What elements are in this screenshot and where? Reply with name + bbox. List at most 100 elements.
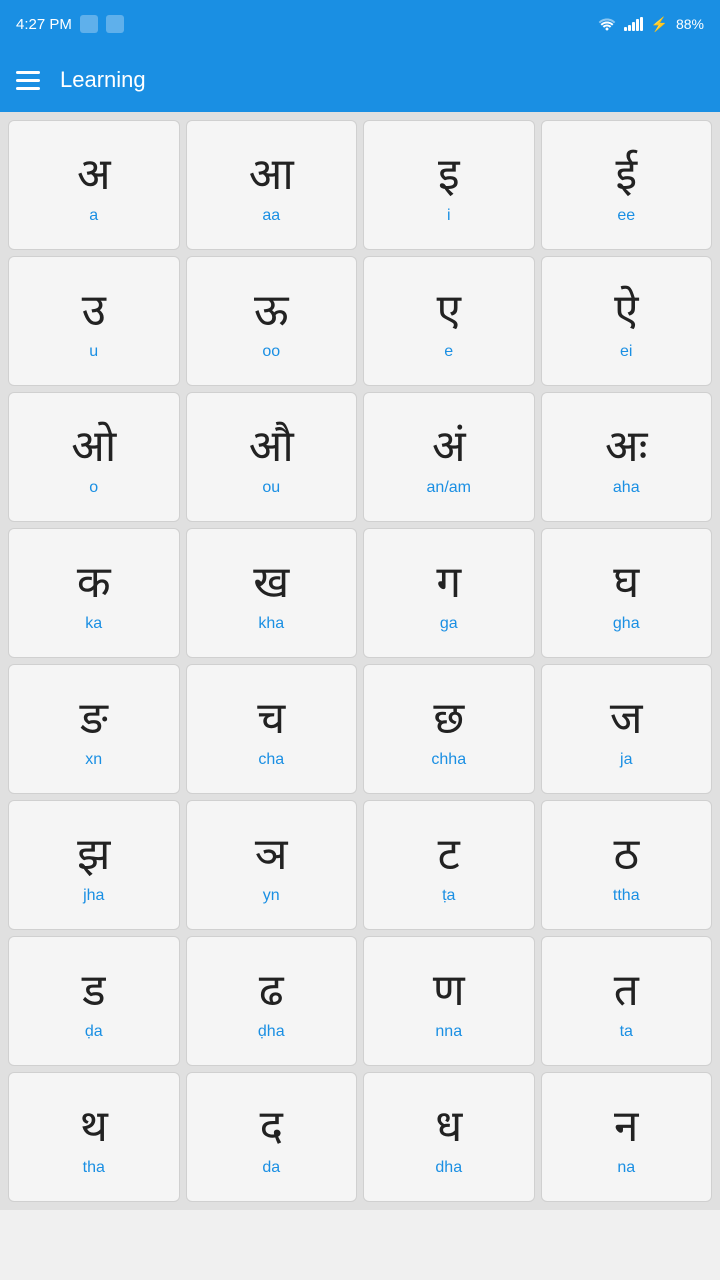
roman-transliteration: jha: [83, 887, 104, 905]
roman-transliteration: ou: [262, 479, 280, 497]
character-cell[interactable]: ठ ttha: [541, 800, 713, 930]
roman-transliteration: cha: [258, 751, 284, 769]
devanagari-character: ई: [615, 149, 637, 202]
devanagari-character: आ: [249, 149, 294, 202]
roman-transliteration: a: [89, 207, 98, 225]
devanagari-character: ध: [435, 1101, 462, 1154]
devanagari-character: ड: [82, 965, 106, 1018]
character-cell[interactable]: एe: [363, 256, 535, 386]
hamburger-line-2: [16, 79, 40, 82]
character-cell[interactable]: त ta: [541, 936, 713, 1066]
character-cell[interactable]: ण nna: [363, 936, 535, 1066]
devanagari-character: छ: [433, 693, 464, 746]
roman-transliteration: chha: [431, 751, 466, 769]
character-cell[interactable]: थ tha: [8, 1072, 180, 1202]
status-bar: 4:27 PM ⚡ 88%: [0, 0, 720, 48]
character-cell[interactable]: ज ja: [541, 664, 713, 794]
character-cell[interactable]: इi: [363, 120, 535, 250]
devanagari-character: उ: [82, 285, 106, 338]
character-cell[interactable]: आ aa: [186, 120, 358, 250]
character-cell[interactable]: ऐei: [541, 256, 713, 386]
devanagari-character: ख: [253, 557, 289, 610]
roman-transliteration: ta: [620, 1023, 633, 1041]
character-cell[interactable]: ध dha: [363, 1072, 535, 1202]
devanagari-character: द: [260, 1101, 283, 1154]
character-cell[interactable]: औou: [186, 392, 358, 522]
roman-transliteration: aa: [262, 207, 280, 225]
devanagari-character: ण: [433, 965, 465, 1018]
devanagari-character: इ: [438, 149, 460, 202]
roman-transliteration: u: [89, 343, 98, 361]
roman-transliteration: ḍa: [85, 1023, 103, 1041]
devanagari-character: च: [257, 693, 285, 746]
app-icon-2: [106, 15, 124, 33]
roman-transliteration: gha: [613, 615, 640, 633]
roman-transliteration: an/am: [427, 479, 471, 497]
roman-transliteration: tha: [83, 1159, 105, 1177]
status-time: 4:27 PM: [16, 16, 72, 33]
character-cell[interactable]: ख kha: [186, 528, 358, 658]
character-cell[interactable]: ओo: [8, 392, 180, 522]
character-cell[interactable]: छ chha: [363, 664, 535, 794]
character-cell[interactable]: ञ yn: [186, 800, 358, 930]
devanagari-character: ट: [438, 829, 460, 882]
character-cell[interactable]: कka: [8, 528, 180, 658]
devanagari-character: ङ: [80, 693, 108, 746]
character-cell[interactable]: ढḍha: [186, 936, 358, 1066]
roman-transliteration: dha: [435, 1159, 462, 1177]
wifi-icon: [598, 17, 616, 31]
roman-transliteration: kha: [258, 615, 284, 633]
devanagari-character: ज: [610, 693, 643, 746]
character-cell[interactable]: ड ḍa: [8, 936, 180, 1066]
character-cell[interactable]: द da: [186, 1072, 358, 1202]
devanagari-character: झ: [77, 829, 110, 882]
charging-icon: ⚡: [651, 16, 668, 33]
devanagari-character: त: [614, 965, 639, 1018]
devanagari-character: ऐ: [614, 285, 638, 338]
hamburger-line-1: [16, 71, 40, 74]
devanagari-character: ग: [436, 557, 461, 610]
character-cell[interactable]: ग ga: [363, 528, 535, 658]
roman-transliteration: ttha: [613, 887, 640, 905]
character-cell[interactable]: उu: [8, 256, 180, 386]
character-grid: अaआaaइiईeeउuऊooएeऐeiओoऔouअंan/amअःahaकka…: [0, 112, 720, 1210]
roman-transliteration: nna: [435, 1023, 462, 1041]
character-cell[interactable]: ट ṭa: [363, 800, 535, 930]
roman-transliteration: e: [444, 343, 453, 361]
status-right: ⚡ 88%: [598, 16, 704, 33]
roman-transliteration: ka: [85, 615, 102, 633]
roman-transliteration: aha: [613, 479, 640, 497]
character-cell[interactable]: झ jha: [8, 800, 180, 930]
devanagari-character: ञ: [255, 829, 288, 882]
devanagari-character: थ: [80, 1101, 108, 1154]
signal-icon: [624, 17, 643, 31]
roman-transliteration: ṭa: [442, 887, 455, 905]
hamburger-line-3: [16, 87, 40, 90]
devanagari-character: अ: [77, 149, 111, 202]
character-cell[interactable]: ईee: [541, 120, 713, 250]
devanagari-character: अं: [432, 421, 466, 474]
character-cell[interactable]: अं an/am: [363, 392, 535, 522]
roman-transliteration: ja: [620, 751, 632, 769]
battery-level: 88%: [676, 16, 704, 32]
character-cell[interactable]: ऊoo: [186, 256, 358, 386]
devanagari-character: अः: [605, 421, 648, 474]
character-cell[interactable]: च cha: [186, 664, 358, 794]
roman-transliteration: i: [447, 207, 451, 225]
roman-transliteration: yn: [263, 887, 280, 905]
character-cell[interactable]: घ gha: [541, 528, 713, 658]
roman-transliteration: xn: [85, 751, 102, 769]
character-cell[interactable]: नna: [541, 1072, 713, 1202]
status-left: 4:27 PM: [16, 15, 124, 33]
menu-button[interactable]: [16, 71, 40, 90]
character-cell[interactable]: अः aha: [541, 392, 713, 522]
devanagari-character: ए: [437, 285, 461, 338]
character-cell[interactable]: ङ xn: [8, 664, 180, 794]
devanagari-character: घ: [613, 557, 639, 610]
character-cell[interactable]: अa: [8, 120, 180, 250]
roman-transliteration: ga: [440, 615, 458, 633]
roman-transliteration: ḍha: [258, 1023, 285, 1041]
devanagari-character: ठ: [613, 829, 639, 882]
devanagari-character: न: [614, 1101, 638, 1154]
roman-transliteration: da: [262, 1159, 280, 1177]
